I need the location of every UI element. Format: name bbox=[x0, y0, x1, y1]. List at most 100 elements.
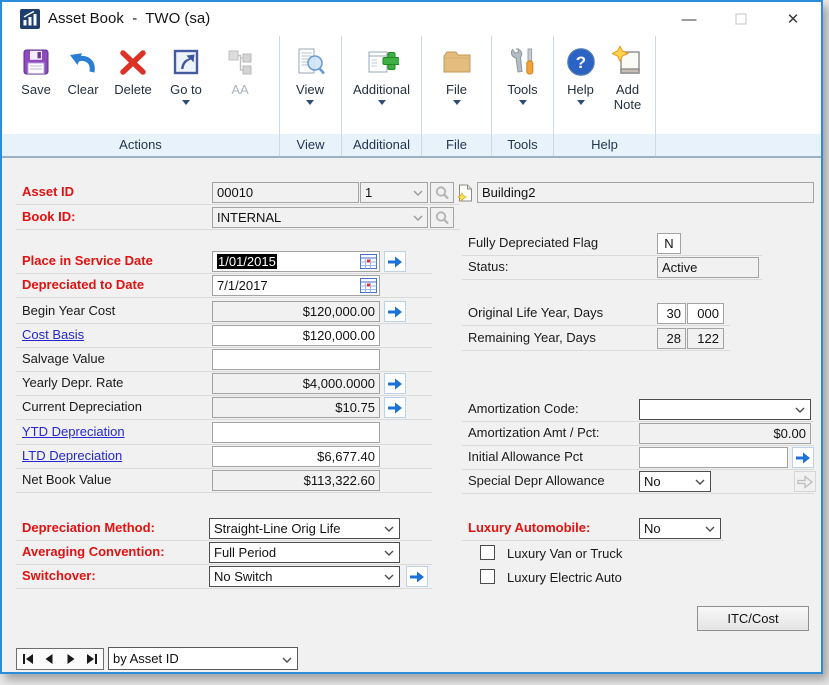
luxury-automobile-select[interactable]: No bbox=[639, 518, 721, 539]
file-button[interactable]: File bbox=[429, 41, 485, 105]
asset-description-field[interactable]: Building2 bbox=[477, 182, 814, 203]
book-id-field[interactable]: INTERNAL bbox=[212, 207, 428, 228]
salvage-value-field[interactable] bbox=[212, 349, 380, 370]
add-note-button[interactable]: Add Note bbox=[604, 41, 652, 112]
expansion-arrow-icon bbox=[386, 255, 404, 269]
ltd-depreciation-link[interactable]: LTD Depreciation bbox=[22, 448, 122, 463]
maximize-button[interactable] bbox=[715, 2, 767, 36]
save-floppy-icon bbox=[20, 42, 52, 82]
original-life-days-field[interactable]: 000 bbox=[687, 303, 724, 324]
depreciation-method-value: Straight-Line Orig Life bbox=[214, 521, 340, 536]
help-dropdown-caret bbox=[577, 100, 585, 105]
additional-button[interactable]: Additional bbox=[346, 41, 418, 105]
initial-allowance-row: Initial Allowance Pct bbox=[462, 446, 814, 470]
amortization-code-select[interactable] bbox=[639, 399, 811, 420]
current-depreciation-row: Current Depreciation $10.75 bbox=[16, 396, 432, 420]
help-button[interactable]: ? Help bbox=[558, 41, 604, 105]
ribbon-toolbar: Save Clear bbox=[2, 36, 821, 158]
note-attachment-button[interactable] bbox=[455, 182, 475, 203]
current-depreciation-field[interactable]: $10.75 bbox=[212, 397, 380, 418]
asset-id-suffix-field[interactable]: 1 bbox=[360, 182, 428, 203]
current-depreciation-expansion-button[interactable] bbox=[384, 397, 406, 418]
clear-button[interactable]: Clear bbox=[60, 41, 106, 97]
asset-id-lookup-button[interactable] bbox=[430, 182, 454, 203]
nav-last-button[interactable] bbox=[82, 649, 104, 669]
switchover-label: Switchover: bbox=[22, 568, 96, 583]
special-depr-select[interactable]: No bbox=[639, 471, 711, 492]
depreciated-to-input[interactable]: 7/1/2017 bbox=[212, 275, 380, 296]
chevron-down-icon[interactable] bbox=[413, 190, 423, 196]
net-book-value-field[interactable]: $113,322.60 bbox=[212, 470, 380, 491]
toolbar-group-label: View bbox=[280, 134, 341, 156]
tools-button[interactable]: Tools bbox=[495, 41, 551, 105]
luxury-van-checkbox[interactable] bbox=[480, 545, 495, 560]
original-life-years-field[interactable]: 30 bbox=[657, 303, 686, 324]
minimize-button[interactable]: — bbox=[663, 2, 715, 36]
fully-depreciated-row: Fully Depreciated Flag N bbox=[462, 232, 762, 256]
amortization-amt-field[interactable]: $0.00 bbox=[639, 423, 811, 444]
sort-by-select[interactable]: by Asset ID bbox=[108, 647, 298, 670]
toolbar-group-label: Actions bbox=[2, 134, 279, 156]
yearly-depr-rate-label: Yearly Depr. Rate bbox=[22, 375, 123, 390]
averaging-convention-select[interactable]: Full Period bbox=[209, 542, 400, 563]
ytd-depreciation-field[interactable] bbox=[212, 422, 380, 443]
switchover-expansion-button[interactable] bbox=[406, 566, 428, 587]
sort-by-value: by Asset ID bbox=[113, 651, 179, 666]
net-book-value-label: Net Book Value bbox=[22, 472, 111, 487]
switchover-select[interactable]: No Switch bbox=[209, 566, 400, 587]
cost-basis-link[interactable]: Cost Basis bbox=[22, 327, 84, 342]
fully-depreciated-field[interactable]: N bbox=[657, 233, 681, 254]
cost-basis-field[interactable]: $120,000.00 bbox=[212, 325, 380, 346]
place-in-service-expansion-button[interactable] bbox=[384, 251, 406, 272]
nav-next-button[interactable] bbox=[60, 649, 82, 669]
depreciation-method-label: Depreciation Method: bbox=[22, 520, 155, 535]
itc-cost-button[interactable]: ITC/Cost bbox=[697, 606, 809, 631]
remaining-life-years-field[interactable]: 28 bbox=[657, 328, 686, 349]
expansion-arrow-icon bbox=[386, 305, 404, 319]
depreciation-method-select[interactable]: Straight-Line Orig Life bbox=[209, 518, 400, 539]
lookup-magnifier-icon bbox=[434, 210, 450, 226]
toolbar-group-additional: Additional Additional bbox=[342, 36, 422, 156]
nav-first-button[interactable] bbox=[17, 649, 39, 669]
place-in-service-value: 1/01/2015 bbox=[217, 254, 277, 269]
switchover-value: No Switch bbox=[214, 569, 273, 584]
goto-button[interactable]: Go to bbox=[160, 41, 212, 105]
calendar-icon[interactable] bbox=[360, 254, 377, 269]
initial-allowance-label: Initial Allowance Pct bbox=[468, 449, 583, 464]
help-question-icon: ? bbox=[565, 42, 597, 82]
luxury-electric-checkbox[interactable] bbox=[480, 569, 495, 584]
additional-dropdown-caret bbox=[378, 100, 386, 105]
nav-last-icon bbox=[86, 653, 98, 665]
close-button[interactable]: ✕ bbox=[767, 2, 819, 36]
fully-depreciated-label: Fully Depreciated Flag bbox=[468, 235, 598, 250]
chevron-down-icon bbox=[705, 526, 715, 532]
yearly-depr-rate-field[interactable]: $4,000.0000 bbox=[212, 373, 380, 394]
view-button[interactable]: View bbox=[282, 41, 338, 105]
luxury-automobile-label: Luxury Automobile: bbox=[468, 520, 590, 535]
status-field[interactable]: Active bbox=[657, 257, 759, 278]
begin-year-cost-expansion-button[interactable] bbox=[384, 301, 406, 322]
chevron-down-icon[interactable] bbox=[413, 215, 423, 221]
place-in-service-input[interactable]: 1/01/2015 bbox=[212, 251, 380, 272]
nav-previous-button[interactable] bbox=[39, 649, 61, 669]
depreciated-to-row: Depreciated to Date 7/1/2017 bbox=[16, 274, 432, 298]
book-id-lookup-button[interactable] bbox=[430, 207, 454, 228]
book-id-value: INTERNAL bbox=[217, 210, 281, 225]
begin-year-cost-field[interactable]: $120,000.00 bbox=[212, 301, 380, 322]
tools-dropdown-caret bbox=[519, 100, 527, 105]
save-button[interactable]: Save bbox=[12, 41, 60, 97]
tools-icon bbox=[507, 42, 539, 82]
delete-button[interactable]: Delete bbox=[106, 41, 160, 97]
ltd-depreciation-field[interactable]: $6,677.40 bbox=[212, 446, 380, 467]
asset-id-field[interactable]: 00010 bbox=[212, 182, 359, 203]
calendar-icon[interactable] bbox=[360, 278, 377, 293]
initial-allowance-field[interactable] bbox=[639, 447, 788, 468]
yearly-depr-rate-expansion-button[interactable] bbox=[384, 373, 406, 394]
ytd-depreciation-link[interactable]: YTD Depreciation bbox=[22, 424, 125, 439]
remaining-life-days-field[interactable]: 122 bbox=[687, 328, 724, 349]
begin-year-cost-row: Begin Year Cost $120,000.00 bbox=[16, 300, 432, 324]
initial-allowance-expansion-button[interactable] bbox=[792, 447, 814, 468]
special-depr-label: Special Depr Allowance bbox=[468, 473, 605, 488]
form-area: Asset ID 00010 1 Building2 Book ID: INTE… bbox=[2, 158, 821, 672]
status-row: Status: Active bbox=[462, 256, 762, 280]
